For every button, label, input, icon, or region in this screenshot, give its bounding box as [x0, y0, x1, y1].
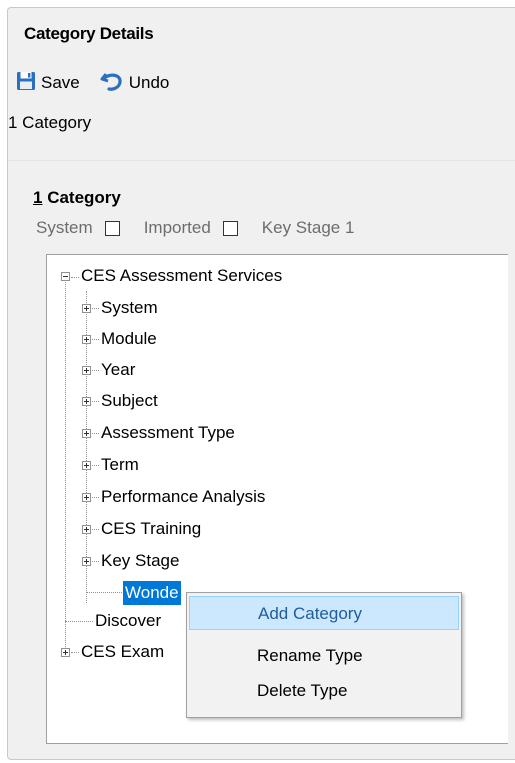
expand-toggle-key-stage[interactable] — [82, 557, 91, 566]
tree-guide-h — [92, 497, 99, 498]
tree-node-system[interactable]: System — [101, 297, 158, 319]
tree-guide-h — [92, 339, 99, 340]
undo-arrow-icon — [100, 70, 129, 97]
tree-guide-h — [92, 433, 99, 434]
expand-toggle-year[interactable] — [82, 366, 91, 375]
tree-node-wonde-selected[interactable]: Wonde — [123, 581, 181, 605]
flag-system-checkbox[interactable] — [104, 220, 120, 236]
tree-guide-h — [92, 529, 99, 530]
flag-imported: Imported — [144, 218, 238, 238]
expand-toggle-performance-analysis[interactable] — [82, 493, 91, 502]
flag-imported-checkbox[interactable] — [222, 220, 238, 236]
menu-item-delete-type[interactable]: Delete Type — [189, 674, 459, 708]
flag-imported-label: Imported — [143, 218, 211, 237]
expand-toggle-subject[interactable] — [82, 397, 91, 406]
save-label: Save — [41, 73, 80, 92]
expand-toggle-term[interactable] — [82, 461, 91, 470]
undo-button[interactable]: Undo — [100, 70, 170, 97]
breadcrumb: 1 Category — [8, 113, 92, 132]
tree-node-term[interactable]: Term — [101, 454, 139, 476]
tree-node-performance-analysis[interactable]: Performance Analysis — [101, 486, 265, 508]
expand-toggle-ces-exam[interactable] — [61, 648, 70, 657]
menu-item-add-category[interactable]: Add Category — [189, 596, 459, 630]
menu-item-rename-type[interactable]: Rename Type — [189, 639, 459, 673]
flags-row: System Imported Key Stage 1 — [36, 218, 378, 238]
expand-toggle-system[interactable] — [82, 304, 91, 313]
tree-node-module[interactable]: Module — [101, 328, 157, 350]
tree-node-root[interactable]: CES Assessment Services — [81, 265, 282, 287]
tree-node-key-stage[interactable]: Key Stage — [101, 550, 179, 572]
tree-guide-h — [86, 592, 122, 593]
tree-node-discover[interactable]: Discover — [95, 610, 161, 632]
expand-toggle-module[interactable] — [82, 335, 91, 344]
tree-guide-h — [71, 652, 79, 653]
context-menu: Add Category Rename Type Delete Type — [186, 592, 462, 718]
tree-guide-h — [65, 621, 93, 622]
tree-node-ces-training[interactable]: CES Training — [101, 518, 201, 540]
flag-key-stage-1: Key Stage 1 — [262, 218, 355, 238]
tree-guide-root — [65, 277, 66, 647]
tree-guide-h — [92, 561, 99, 562]
tree-node-subject[interactable]: Subject — [101, 390, 158, 412]
undo-label: Undo — [128, 73, 170, 92]
tree-guide-h — [71, 277, 79, 278]
root-collapse-toggle[interactable] — [61, 272, 70, 281]
tree-node-assessment-type[interactable]: Assessment Type — [101, 422, 235, 444]
floppy-disk-icon — [16, 71, 41, 96]
tree-guide-h — [92, 370, 99, 371]
flag-system-label: System — [36, 218, 93, 237]
tree-guide-h — [92, 465, 99, 466]
tree-guide-h — [92, 308, 99, 309]
tree-node-ces-exam[interactable]: CES Exam — [81, 641, 164, 663]
section-title-text: Category — [42, 188, 121, 207]
flag-key-stage-1-label: Key Stage 1 — [261, 218, 355, 237]
panel-divider — [8, 160, 515, 161]
expand-toggle-assessment-type[interactable] — [82, 429, 91, 438]
expand-toggle-ces-training[interactable] — [82, 525, 91, 534]
flag-system: System — [36, 218, 120, 238]
window-title: Category Details — [24, 24, 154, 43]
tree-guide-h — [92, 401, 99, 402]
tree-node-year[interactable]: Year — [101, 359, 135, 381]
save-button[interactable]: Save — [16, 71, 80, 96]
toolbar: Save Undo — [16, 68, 189, 98]
section-title: 1 Category — [33, 188, 121, 208]
